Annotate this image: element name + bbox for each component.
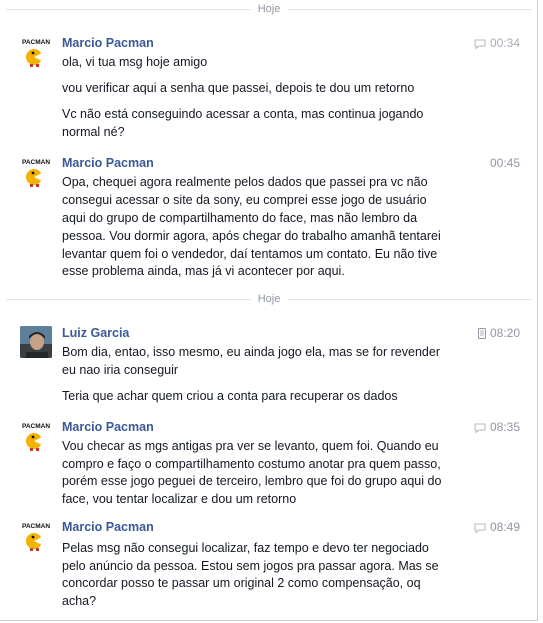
sender-name[interactable]: Marcio Pacman bbox=[62, 36, 154, 51]
message-group: PACMAN Marcio Pacman 00:34 ola, vi tua m… bbox=[20, 36, 520, 146]
date-divider-label: Hoje bbox=[250, 292, 288, 306]
pacman-avatar-icon: PACMAN bbox=[20, 520, 52, 552]
sender-name[interactable]: Marcio Pacman bbox=[62, 520, 154, 535]
message-text: pessoa. Vou dormir agora, após chegar do… bbox=[62, 229, 441, 243]
message-meta: 08:35 bbox=[474, 420, 520, 435]
message-group: PACMAN Marcio Pacman 08:35 Vou checar as… bbox=[20, 420, 520, 508]
chat-bubble-icon bbox=[474, 423, 486, 433]
date-divider: Hoje bbox=[6, 292, 532, 306]
message-text: compro e faço o compartilhamento costumo… bbox=[62, 457, 441, 471]
avatar[interactable]: PACMAN bbox=[20, 420, 52, 452]
message-text: ola, vi tua msg hoje amigo bbox=[62, 55, 208, 69]
message-text: eu nao iria conseguir bbox=[62, 363, 179, 377]
mobile-phone-icon bbox=[477, 328, 486, 339]
message-time: 08:35 bbox=[489, 420, 520, 434]
sender-name[interactable]: Luiz Garcia bbox=[62, 326, 129, 341]
pacman-avatar-icon: PACMAN bbox=[20, 36, 52, 68]
chat-bubble-icon bbox=[474, 523, 486, 533]
message-text: concordar posso te passar um original 2 … bbox=[62, 576, 421, 590]
svg-text:PACMAN: PACMAN bbox=[22, 39, 50, 46]
svg-text:PACMAN: PACMAN bbox=[22, 159, 50, 166]
avatar[interactable]: PACMAN bbox=[20, 156, 52, 188]
message-text: porém esse jogo peguei de terceiro, lemb… bbox=[62, 474, 442, 488]
pacman-avatar-icon: PACMAN bbox=[20, 420, 52, 452]
message-time: 08:20 bbox=[489, 326, 520, 340]
avatar[interactable]: PACMAN bbox=[20, 520, 52, 552]
chat-bubble-icon bbox=[474, 39, 486, 49]
message-meta: 08:20 bbox=[477, 326, 520, 341]
message-text: pelo anúncio da pessoa. Estou sem jogos … bbox=[62, 559, 439, 573]
message-meta: 08:49 bbox=[474, 520, 520, 535]
message-text: Pelas msg não consegui localizar, faz te… bbox=[62, 541, 429, 555]
user-photo-icon bbox=[20, 326, 52, 358]
message-text: aqui do grupo de compartilhamento do fac… bbox=[62, 211, 418, 225]
message-text: esse problema ainda, mas já vi acontecer… bbox=[62, 264, 345, 278]
message-text: Opa, chequei agora realmente pelos dados… bbox=[62, 175, 428, 189]
message-meta: 00:45 bbox=[490, 156, 520, 171]
message-group: PACMAN Marcio Pacman 08:49 Pelas msg não… bbox=[20, 520, 520, 612]
message-text: consegui acessar o site da sony, eu comp… bbox=[62, 193, 427, 207]
svg-text:PACMAN: PACMAN bbox=[22, 423, 50, 430]
conversation-panel: Hoje PACMAN Marcio Pacman 00:34 ola, vi … bbox=[0, 0, 538, 621]
message-group: PACMAN Marcio Pacman 00:45 Opa, chequei … bbox=[20, 156, 520, 278]
message-time: 08:49 bbox=[489, 520, 520, 534]
avatar[interactable] bbox=[20, 326, 52, 358]
message-group: Luiz Garcia 08:20 Bom dia, entao, isso m… bbox=[20, 326, 520, 406]
date-divider: Hoje bbox=[6, 2, 532, 16]
message-text: Vou checar as mgs antigas pra ver se lev… bbox=[62, 439, 439, 453]
message-text: normal né? bbox=[62, 125, 125, 139]
message-meta: 00:34 bbox=[474, 36, 520, 51]
svg-text:PACMAN: PACMAN bbox=[22, 523, 50, 530]
message-text: vou verificar aqui a senha que passei, d… bbox=[62, 81, 415, 95]
sender-name[interactable]: Marcio Pacman bbox=[62, 420, 154, 435]
message-text: face, vou tentar localizar e dou um reto… bbox=[62, 492, 297, 506]
message-text: levantar quem foi o vendedor, daí tentam… bbox=[62, 247, 438, 261]
date-divider-label: Hoje bbox=[250, 2, 288, 16]
pacman-avatar-icon: PACMAN bbox=[20, 156, 52, 188]
sender-name[interactable]: Marcio Pacman bbox=[62, 156, 154, 171]
avatar[interactable]: PACMAN bbox=[20, 36, 52, 68]
message-text: Bom dia, entao, isso mesmo, eu ainda jog… bbox=[62, 345, 440, 359]
message-text: Teria que achar quem criou a conta para … bbox=[62, 389, 398, 403]
message-text: acha? bbox=[62, 594, 97, 608]
message-time: 00:45 bbox=[489, 156, 520, 170]
message-time: 00:34 bbox=[489, 36, 520, 50]
message-text: Vc não está conseguindo acessar a conta,… bbox=[62, 107, 424, 121]
